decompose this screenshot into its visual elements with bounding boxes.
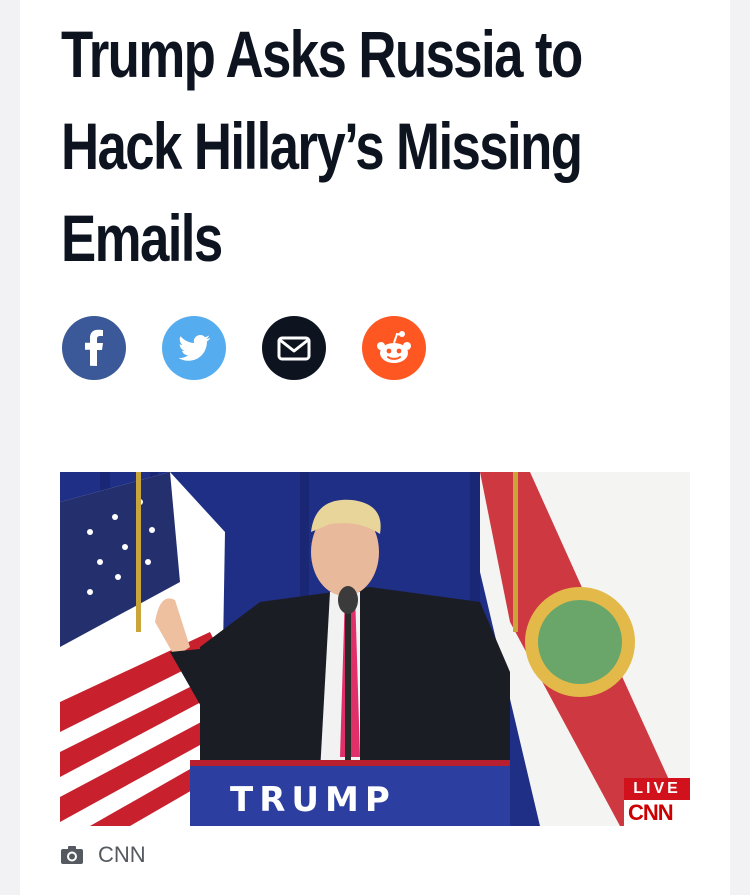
reddit-icon — [377, 331, 411, 363]
email-share-button[interactable] — [262, 316, 326, 380]
podium-sign-text: TRUMP — [230, 780, 396, 820]
live-label: LIVE — [624, 778, 690, 800]
twitter-share-button[interactable] — [162, 316, 226, 380]
press-conference-photo — [60, 472, 690, 826]
envelope-icon — [277, 336, 311, 361]
network-logo-text: CNN — [628, 800, 674, 825]
network-live-badge: LIVE CNN — [624, 778, 690, 826]
image-credit-text: CNN — [98, 842, 146, 867]
hero-image[interactable]: TRUMP LIVE CNN — [60, 472, 690, 826]
camera-icon — [61, 846, 83, 864]
share-bar — [62, 316, 426, 380]
article-card: Trump Asks Russia to Hack Hillary’s Miss… — [20, 0, 730, 895]
facebook-icon — [85, 329, 103, 366]
facebook-share-button[interactable] — [62, 316, 126, 380]
twitter-icon — [178, 335, 211, 361]
image-credit: CNN — [60, 842, 146, 868]
reddit-share-button[interactable] — [362, 316, 426, 380]
article-headline: Trump Asks Russia to Hack Hillary’s Miss… — [61, 17, 583, 275]
